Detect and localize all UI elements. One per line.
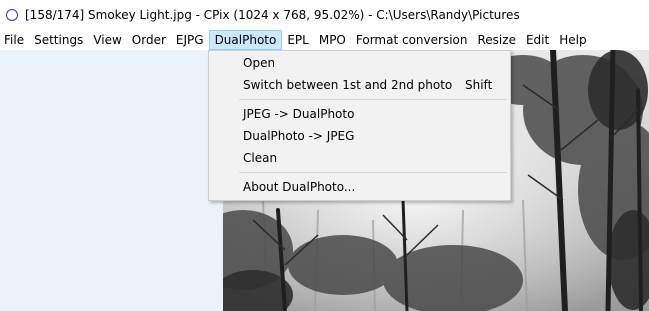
menu-settings[interactable]: Settings bbox=[29, 30, 88, 50]
menu-item-jpeg-to-dualphoto[interactable]: JPEG -> DualPhoto bbox=[209, 103, 510, 125]
menu-item-label: Clean bbox=[243, 151, 278, 165]
menu-ejpg[interactable]: EJPG bbox=[171, 30, 209, 50]
menu-separator bbox=[239, 99, 507, 100]
menu-format-conversion[interactable]: Format conversion bbox=[351, 30, 473, 50]
menu-item-shortcut: Shift bbox=[465, 78, 493, 92]
menu-item-label: About DualPhoto... bbox=[243, 180, 356, 194]
menu-view[interactable]: View bbox=[88, 30, 126, 50]
menu-file[interactable]: File bbox=[0, 30, 29, 50]
menu-dualphoto[interactable]: DualPhoto bbox=[208, 30, 283, 50]
menu-epl[interactable]: EPL bbox=[282, 30, 314, 50]
menu-edit[interactable]: Edit bbox=[521, 30, 554, 50]
title-bar: [158/174] Smokey Light.jpg - CPix (1024 … bbox=[0, 0, 649, 30]
window-title: [158/174] Smokey Light.jpg - CPix (1024 … bbox=[25, 8, 520, 22]
dualphoto-dropdown-menu: Open Switch between 1st and 2nd photo Sh… bbox=[208, 50, 511, 201]
menu-mpo[interactable]: MPO bbox=[314, 30, 351, 50]
menu-bar: File Settings View Order EJPG DualPhoto … bbox=[0, 30, 649, 50]
menu-item-label: JPEG -> DualPhoto bbox=[243, 107, 355, 121]
menu-item-about-dualphoto[interactable]: About DualPhoto... bbox=[209, 176, 510, 198]
menu-item-clean[interactable]: Clean bbox=[209, 147, 510, 169]
menu-order[interactable]: Order bbox=[127, 30, 171, 50]
app-ring-icon bbox=[6, 9, 18, 21]
menu-item-label: DualPhoto -> JPEG bbox=[243, 129, 355, 143]
workspace-background bbox=[0, 50, 223, 311]
menu-separator bbox=[239, 172, 507, 173]
menu-item-switch-photo[interactable]: Switch between 1st and 2nd photo Shift bbox=[209, 74, 510, 96]
menu-item-dualphoto-to-jpeg[interactable]: DualPhoto -> JPEG bbox=[209, 125, 510, 147]
menu-help[interactable]: Help bbox=[554, 30, 591, 50]
menu-item-open[interactable]: Open bbox=[209, 52, 510, 74]
menu-resize[interactable]: Resize bbox=[473, 30, 521, 50]
menu-item-label: Switch between 1st and 2nd photo bbox=[243, 78, 453, 92]
menu-item-label: Open bbox=[243, 56, 276, 70]
